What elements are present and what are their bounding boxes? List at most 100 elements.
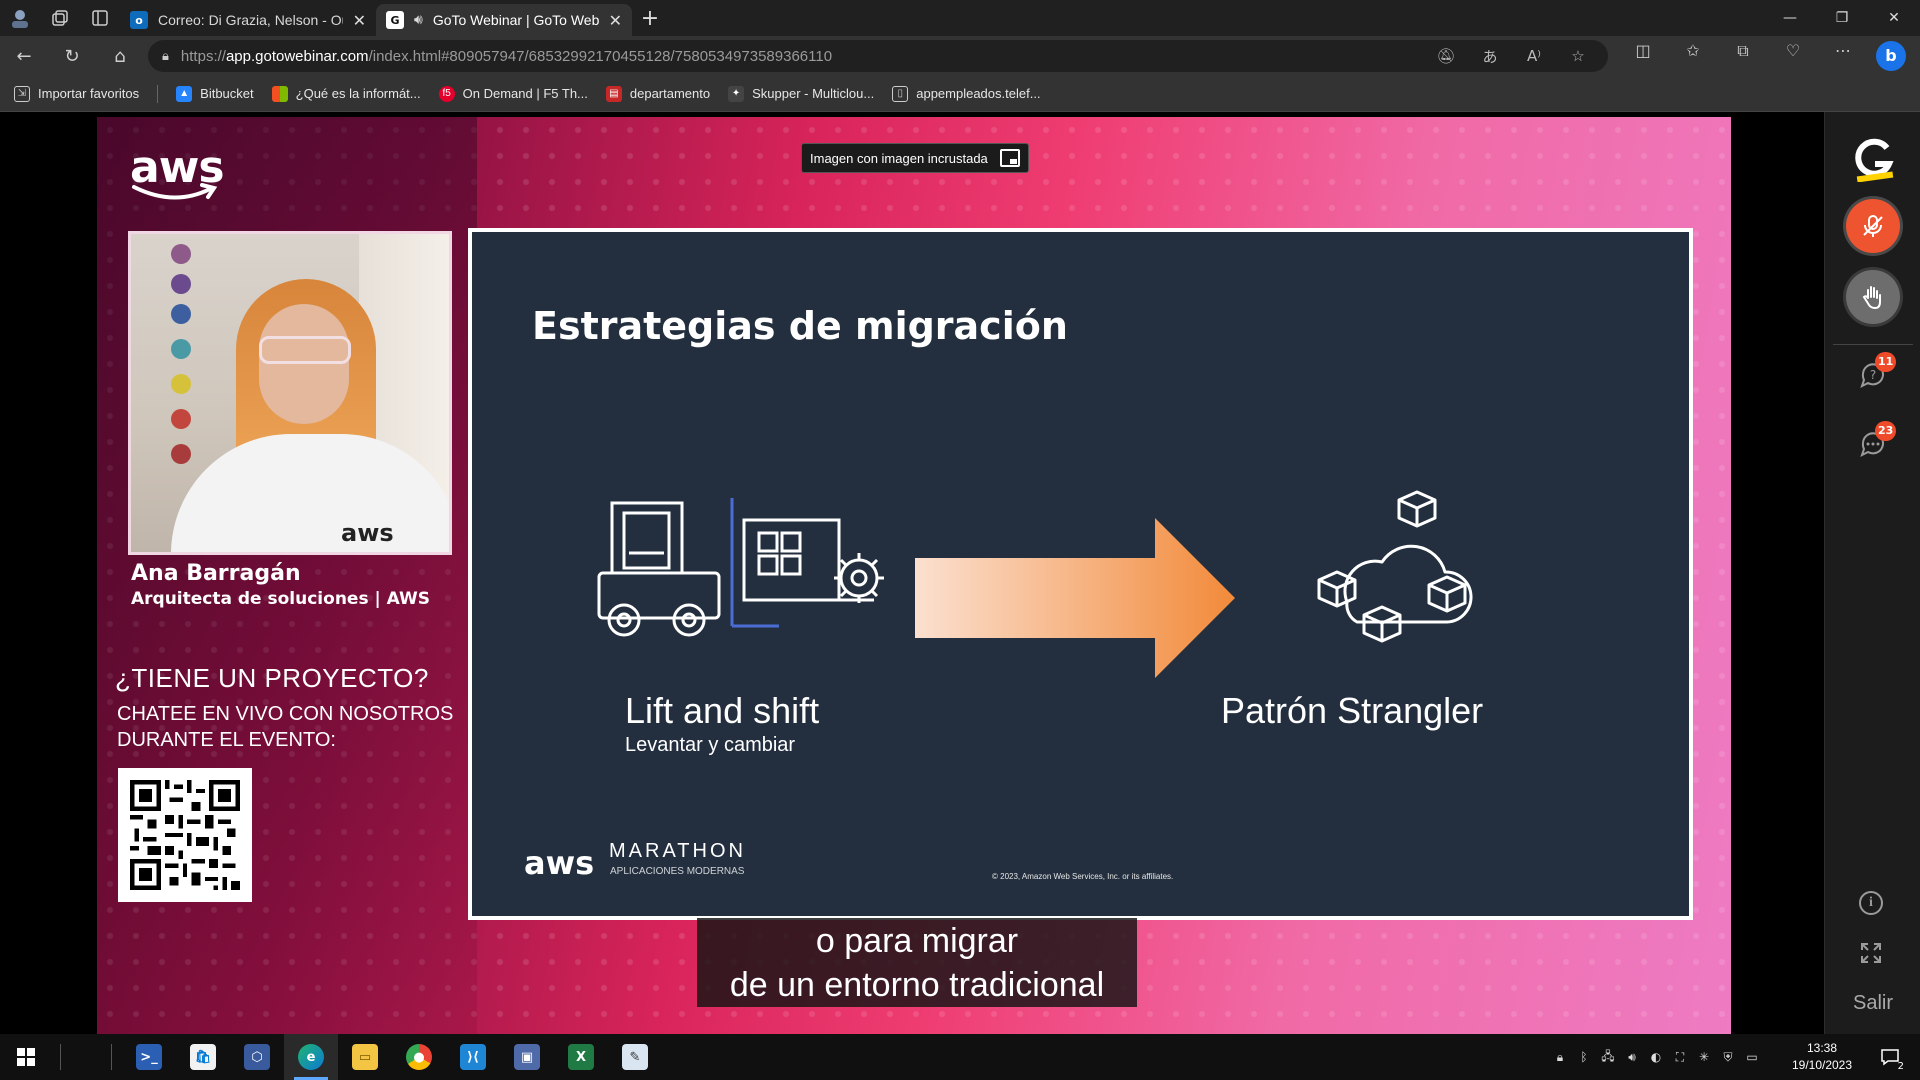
vscode-icon: ⟩⟨: [460, 1044, 486, 1070]
goto-logo: [1855, 138, 1894, 182]
file-explorer-icon: ▭: [352, 1044, 378, 1070]
profile-avatar[interactable]: [0, 0, 40, 36]
raise-hand-button[interactable]: [1846, 270, 1900, 324]
taskbar-chrome[interactable]: ●: [392, 1034, 446, 1080]
taskbar-edge[interactable]: e: [284, 1034, 338, 1080]
goto-control-panel: ? 11 23 i Salir: [1824, 112, 1920, 1034]
bookmark-import[interactable]: ⇲ Importar favoritos: [14, 85, 139, 102]
split-screen-icon[interactable]: ◫: [1618, 41, 1668, 71]
taskbar-store[interactable]: 🛍︎: [176, 1034, 230, 1080]
picture-in-picture-badge[interactable]: Imagen con imagen incrustada: [801, 143, 1029, 173]
tab-outlook[interactable]: o Correo: Di Grazia, Nelson - Outlo ✕: [120, 4, 376, 36]
store-icon: 🛍︎: [190, 1044, 216, 1070]
refresh-icon[interactable]: ↻: [48, 36, 96, 76]
bookmark-bitbucket[interactable]: ▲ Bitbucket: [176, 85, 254, 102]
bookmark-appempleados[interactable]: ▯ appempleados.telef...: [892, 85, 1041, 102]
speaker-name: Ana Barragán: [131, 561, 301, 586]
chrome-icon: ●: [406, 1044, 432, 1070]
restore-icon[interactable]: ❐: [1816, 0, 1868, 36]
taskbar-powershell[interactable]: >_: [122, 1034, 176, 1080]
favorite-star-icon[interactable]: ☆: [1562, 47, 1594, 65]
notifications-button[interactable]: 2: [1870, 1034, 1910, 1080]
close-window-icon[interactable]: ✕: [1868, 0, 1920, 36]
speaker-glasses: [259, 336, 351, 364]
minimize-icon[interactable]: —: [1764, 0, 1816, 36]
outlook-icon: o: [130, 11, 148, 29]
system-clock[interactable]: 13:38 19/10/2023: [1782, 1040, 1862, 1074]
browser-tab-bar: o Correo: Di Grazia, Nelson - Outlo ✕ G …: [0, 0, 1920, 36]
edge-icon: e: [298, 1044, 324, 1070]
presentation-screen: aws Imagen con imagen incrustada aws Ana…: [97, 117, 1731, 1034]
url-field[interactable]: 🔒︎ https://app.gotowebinar.com/index.htm…: [148, 40, 1608, 72]
bookmark-skupper[interactable]: ✦ Skupper - Multiclou...: [728, 85, 874, 102]
questions-button[interactable]: ? 11: [1858, 352, 1897, 390]
translate-icon[interactable]: あ: [1474, 46, 1506, 67]
bookmark-informatica[interactable]: ¿Qué es la informát...: [271, 85, 421, 102]
tab-gotowebinar[interactable]: G 🔊︎ GoTo Webinar | GoTo Webin ✕: [376, 4, 632, 36]
read-aloud-icon[interactable]: A⁾: [1518, 47, 1550, 65]
vertical-tabs-icon[interactable]: [80, 0, 120, 36]
tab-title: Correo: Di Grazia, Nelson - Outlo: [158, 12, 343, 28]
taskbar-file-explorer[interactable]: ▭: [338, 1034, 392, 1080]
svg-text:?: ?: [1870, 368, 1876, 382]
import-icon: ⇲: [14, 85, 30, 102]
lock-tray-icon[interactable]: 🔒︎: [1552, 1049, 1568, 1065]
audio-playing-icon[interactable]: 🔊︎: [414, 12, 423, 28]
bluetooth-icon[interactable]: ᛒ: [1576, 1049, 1592, 1065]
taskbar-virtualbox[interactable]: ⬡: [230, 1034, 284, 1080]
system-tray: 🔒︎ ᛒ 🖧︎ 🔊︎ ◐ ⛶ ✳ ⛨ ▭ 13:38 19/10/2023 2: [1552, 1034, 1920, 1080]
workspaces-icon[interactable]: [40, 0, 80, 36]
chat-button[interactable]: 23: [1858, 421, 1897, 459]
lock-icon[interactable]: 🔒︎: [162, 49, 169, 64]
hoodie-logo: aws: [341, 519, 394, 547]
excel-icon: X: [568, 1044, 594, 1070]
copilot-icon[interactable]: b: [1876, 41, 1906, 71]
remote-app-icon: ▣: [514, 1044, 540, 1070]
home-icon[interactable]: ⌂: [96, 36, 144, 76]
new-tab-button[interactable]: +: [632, 0, 668, 36]
taskbar-vscode[interactable]: ⟩⟨: [446, 1034, 500, 1080]
network-icon[interactable]: 🖧︎: [1600, 1049, 1616, 1065]
strangler-cloud-icon: [1317, 490, 1473, 643]
more-menu-icon[interactable]: ⋯: [1818, 41, 1868, 71]
panel-divider: [1833, 344, 1913, 345]
security-icon[interactable]: ⛨: [1720, 1049, 1736, 1065]
microphone-button[interactable]: [1846, 199, 1900, 253]
window-controls: — ❐ ✕: [1764, 0, 1920, 36]
battery-icon[interactable]: ▭: [1744, 1049, 1760, 1065]
windows-start-icon[interactable]: [0, 1034, 52, 1080]
bookmark-f5[interactable]: f5 On Demand | F5 Th...: [438, 85, 588, 102]
mute-site-icon[interactable]: 🔕︎: [1430, 47, 1462, 65]
url-text[interactable]: https://app.gotowebinar.com/index.html#8…: [181, 48, 1418, 65]
taskbar-paint[interactable]: ✎: [608, 1034, 662, 1080]
taskbar-remote-app[interactable]: ▣: [500, 1034, 554, 1080]
collections-icon[interactable]: ⧉: [1718, 41, 1768, 71]
app-tray-icon[interactable]: ✳: [1696, 1049, 1712, 1065]
info-icon[interactable]: i: [1859, 891, 1883, 915]
antivirus-icon[interactable]: ◐: [1648, 1049, 1664, 1065]
slide-copyright: © 2023, Amazon Web Services, Inc. or its…: [992, 872, 1174, 881]
microsoft-icon: [271, 85, 288, 102]
exit-button[interactable]: Salir: [1825, 992, 1920, 1015]
browser-health-icon[interactable]: ♡: [1768, 41, 1818, 71]
taskbar-divider: [60, 1044, 61, 1070]
lift-and-shift-sublabel: Levantar y cambiar: [625, 734, 796, 756]
clock-date: 19/10/2023: [1791, 1058, 1853, 1072]
microphone-muted-icon: [1863, 215, 1883, 237]
presentation-slide: Estrategias de migración Lift and shift …: [468, 228, 1693, 920]
bitbucket-icon: ▲: [176, 85, 193, 102]
vpn-icon[interactable]: ⛶: [1672, 1049, 1688, 1065]
favorites-icon[interactable]: ✩: [1668, 41, 1718, 71]
fullscreen-icon[interactable]: [1860, 942, 1882, 964]
paint-icon: ✎: [622, 1044, 648, 1070]
taskbar-excel[interactable]: X: [554, 1034, 608, 1080]
close-tab-icon[interactable]: ✕: [609, 11, 622, 30]
close-tab-icon[interactable]: ✕: [353, 11, 366, 30]
bookmark-departamento[interactable]: ▤ departamento: [605, 85, 710, 102]
back-icon[interactable]: ←: [0, 36, 48, 76]
volume-icon[interactable]: 🔊︎: [1624, 1049, 1640, 1065]
picture-in-picture-icon[interactable]: [999, 149, 1020, 167]
questions-badge: 11: [1875, 352, 1897, 372]
promo-subtitle: CHATEE EN VIVO CON NOSOTROS DURANTE EL E…: [117, 703, 454, 751]
strangler-pattern-label: Patrón Strangler: [1221, 690, 1484, 731]
